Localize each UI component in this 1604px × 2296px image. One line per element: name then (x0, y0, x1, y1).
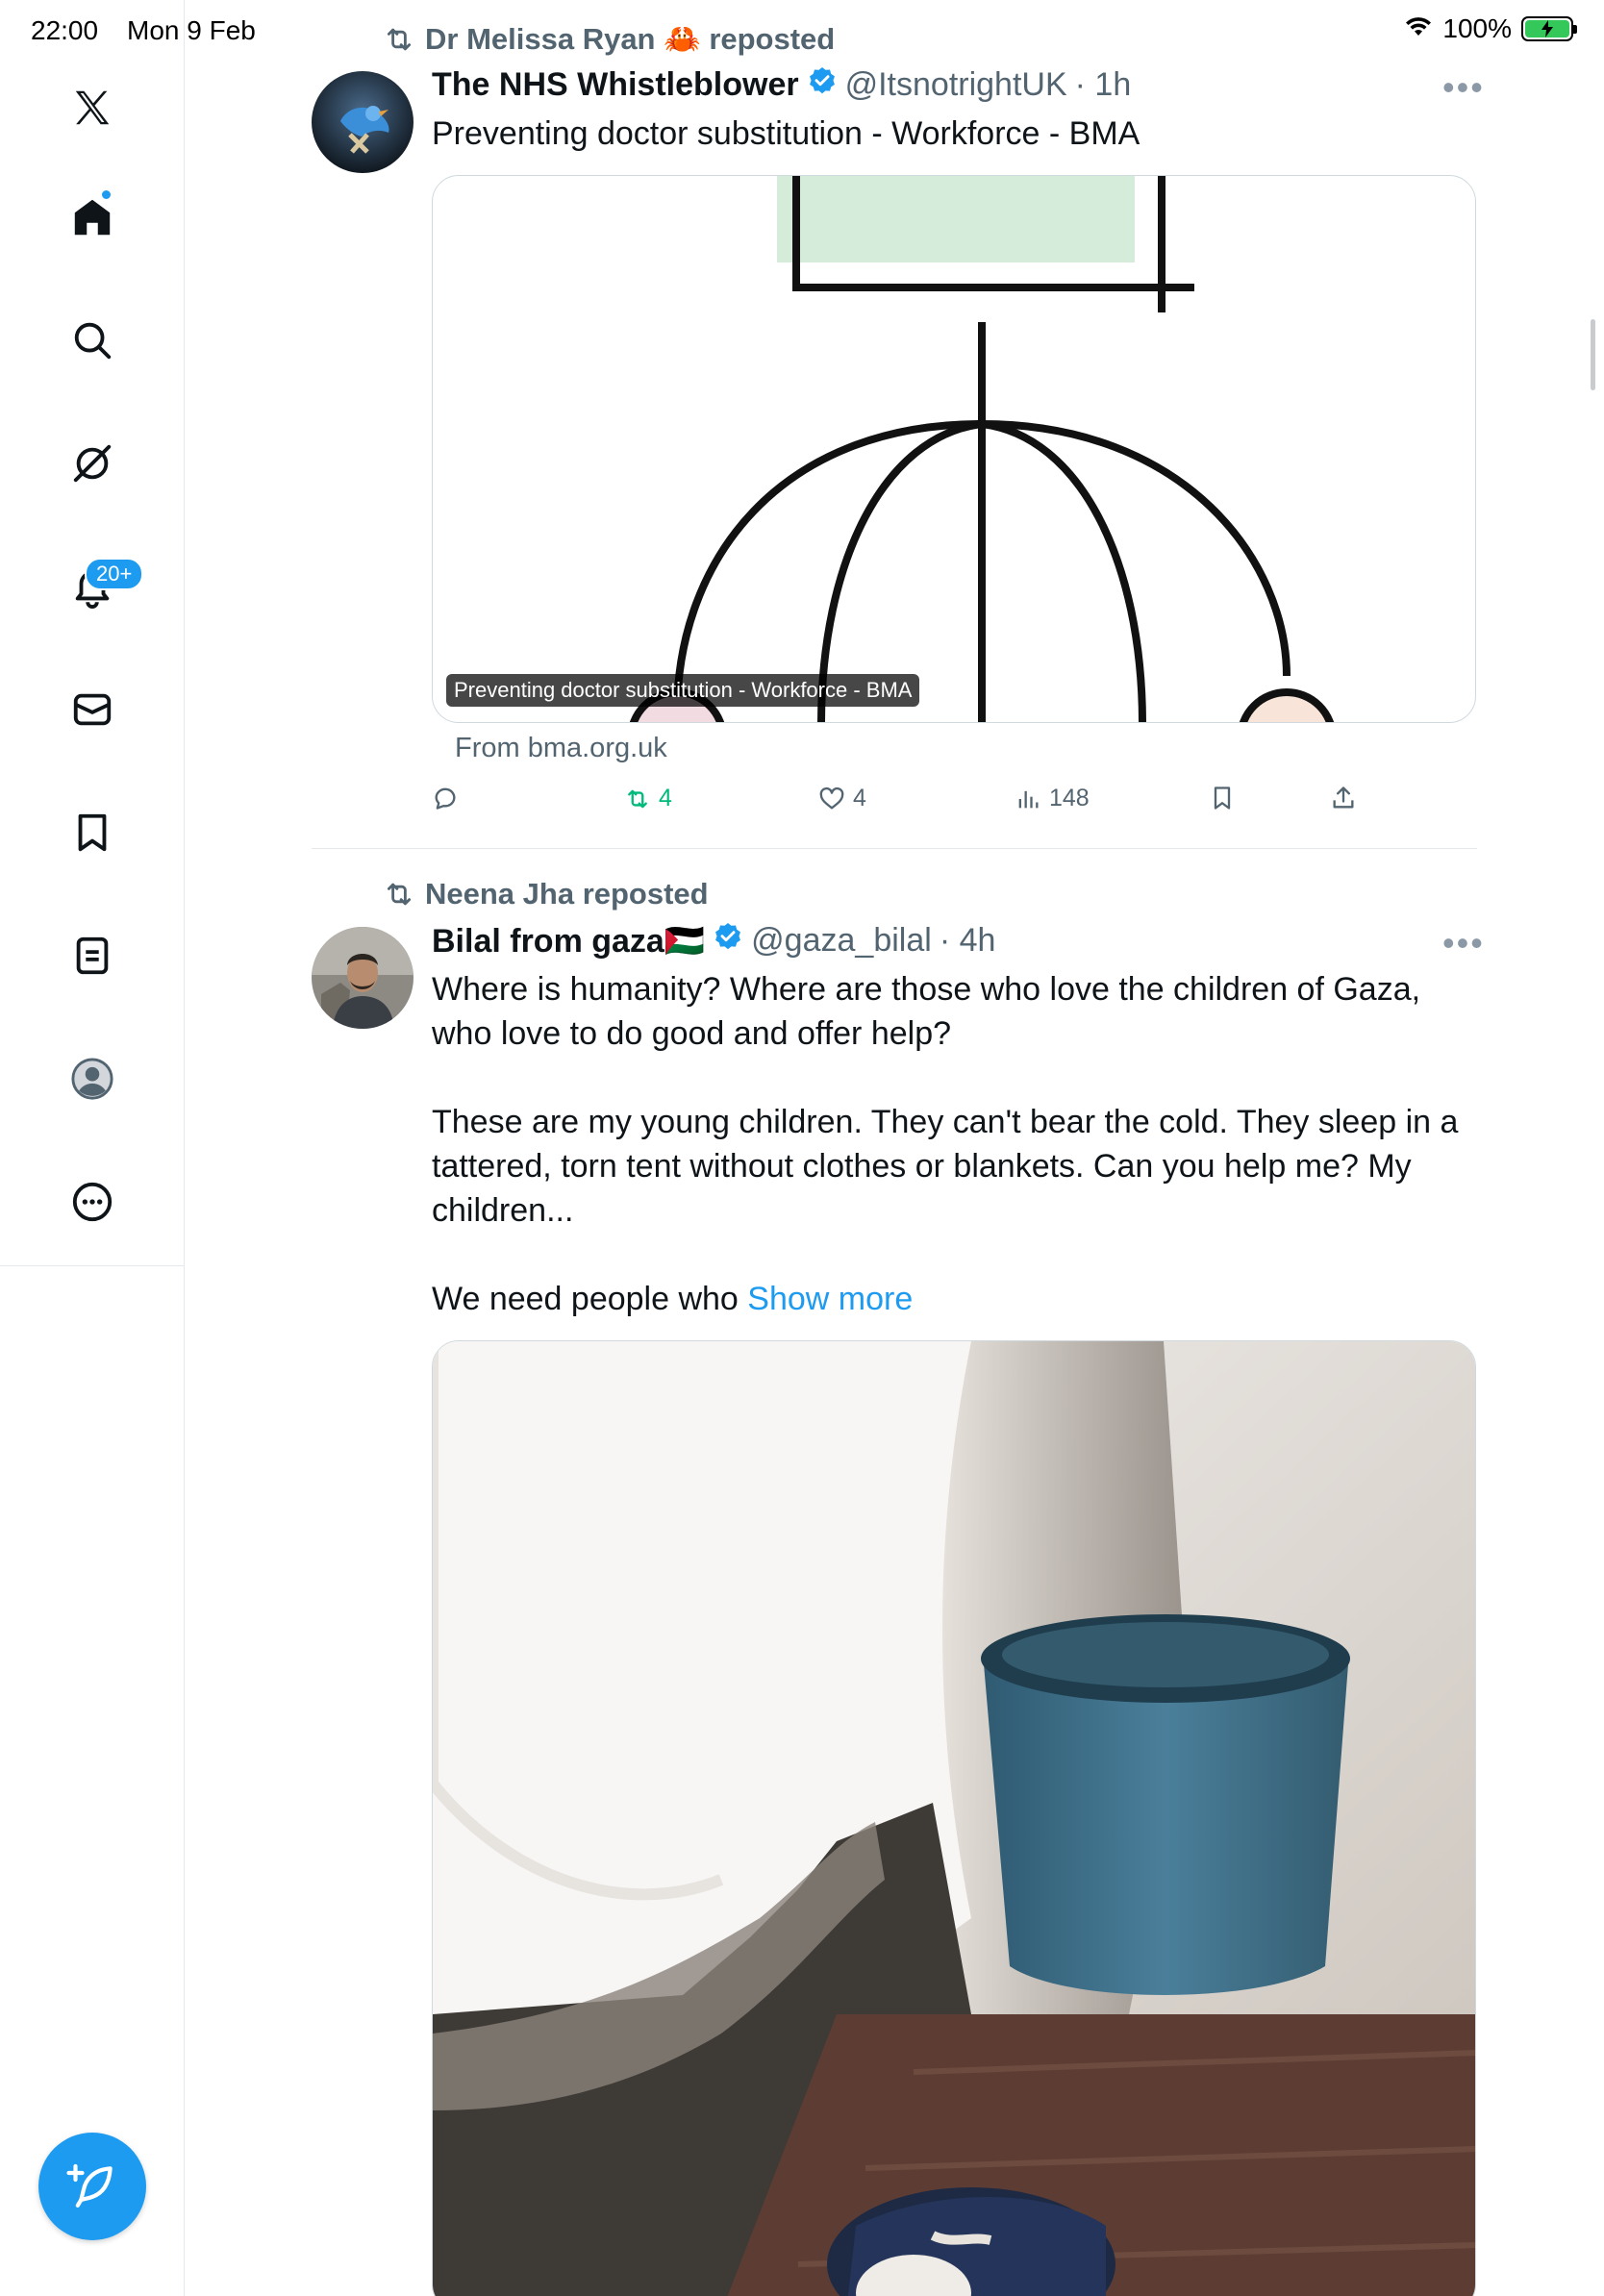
status-right: 100% (1404, 13, 1577, 44)
views-icon (1018, 790, 1039, 808)
verified-badge-icon (807, 65, 838, 105)
wifi-icon (1404, 13, 1433, 44)
mail-icon[interactable] (63, 681, 121, 738)
card-overlay-label: Preventing doctor substitution - Workfor… (446, 674, 920, 707)
more-options-icon[interactable]: ••• (1442, 923, 1485, 963)
repost-icon (387, 883, 412, 906)
show-more-link[interactable]: Show more (747, 1281, 913, 1317)
card-source[interactable]: From bma.org.uk (455, 733, 667, 764)
repost-count: 4 (659, 785, 672, 811)
views-count: 148 (1049, 785, 1090, 811)
more-circle-icon[interactable] (63, 1173, 121, 1231)
compose-button[interactable] (38, 2133, 146, 2240)
handle[interactable]: @ItsnotrightUK (845, 66, 1067, 104)
verified-badge-icon (713, 921, 743, 961)
notification-badge: 20+ (85, 558, 144, 590)
card-illustration (629, 176, 1335, 722)
bookmark-icon[interactable] (63, 804, 121, 861)
profile-icon[interactable] (63, 1050, 121, 1108)
display-name[interactable]: Bilal from gaza🇵🇸 (432, 922, 705, 961)
tweet-text: Preventing doctor substitution - Workfor… (432, 115, 1140, 152)
tweet-photo[interactable] (432, 1340, 1476, 2296)
tweet-actions: 4 4 148 (432, 785, 1476, 819)
bookmark-icon (1214, 786, 1231, 810)
tweet-text-paragraph: These are my young children. They can't … (432, 1104, 1459, 1229)
grok-icon[interactable] (63, 435, 121, 492)
more-options-icon[interactable]: ••• (1442, 67, 1485, 108)
link-card[interactable]: Preventing doctor substitution - Workfor… (432, 175, 1476, 723)
compose-feather-icon (66, 2163, 113, 2208)
battery-charging-icon (1521, 16, 1577, 41)
repost-indicator[interactable]: Dr Melissa Ryan 🦀 reposted (383, 21, 835, 57)
like-count: 4 (853, 785, 866, 811)
like-button[interactable]: 4 (818, 785, 866, 812)
share-button[interactable] (1330, 785, 1357, 811)
tweet-text-paragraph: Where is humanity? Where are those who l… (432, 971, 1421, 1052)
photo-image (433, 1341, 1475, 2296)
repost-icon (387, 28, 412, 50)
list-icon[interactable] (63, 927, 121, 985)
reposted-by-text: Dr Melissa Ryan 🦀 reposted (425, 22, 836, 56)
tweet-header: The NHS Whistleblower @ItsnotrightUK · 1… (432, 65, 1131, 105)
x-logo-icon[interactable] (63, 79, 121, 137)
timestamp[interactable]: · 4h (940, 922, 996, 960)
handle[interactable]: @gaza_bilal (751, 922, 932, 960)
battery-percent: 100% (1442, 13, 1512, 43)
avatar[interactable] (312, 927, 414, 1029)
heart-icon (819, 786, 844, 809)
timestamp[interactable]: · 1h (1075, 66, 1132, 104)
views-button[interactable]: 148 (1015, 785, 1090, 812)
home-unread-dot (100, 188, 113, 201)
tweet-divider (312, 848, 1477, 849)
scroll-indicator[interactable] (1591, 319, 1595, 390)
bookmark-button[interactable] (1209, 785, 1236, 811)
tweet-text-paragraph: We need people who Show more (432, 1281, 914, 1317)
display-name[interactable]: The NHS Whistleblower (432, 66, 799, 104)
left-nav: 20+ (0, 0, 185, 2296)
reply-icon (435, 787, 456, 810)
repost-icon (628, 789, 647, 808)
reposted-by-text: Neena Jha reposted (425, 877, 709, 911)
tweet-header: Bilal from gaza🇵🇸 @gaza_bilal · 4h (432, 921, 995, 961)
share-icon (1333, 786, 1354, 809)
repost-indicator[interactable]: Neena Jha reposted (383, 877, 709, 911)
search-icon[interactable] (63, 312, 121, 369)
nav-divider (0, 1265, 185, 1266)
tweet-text: Where is humanity? Where are those who l… (432, 967, 1480, 1321)
home-icon[interactable] (63, 188, 121, 246)
reply-button[interactable] (432, 785, 466, 811)
repost-button[interactable]: 4 (624, 785, 672, 812)
avatar[interactable] (312, 71, 414, 173)
